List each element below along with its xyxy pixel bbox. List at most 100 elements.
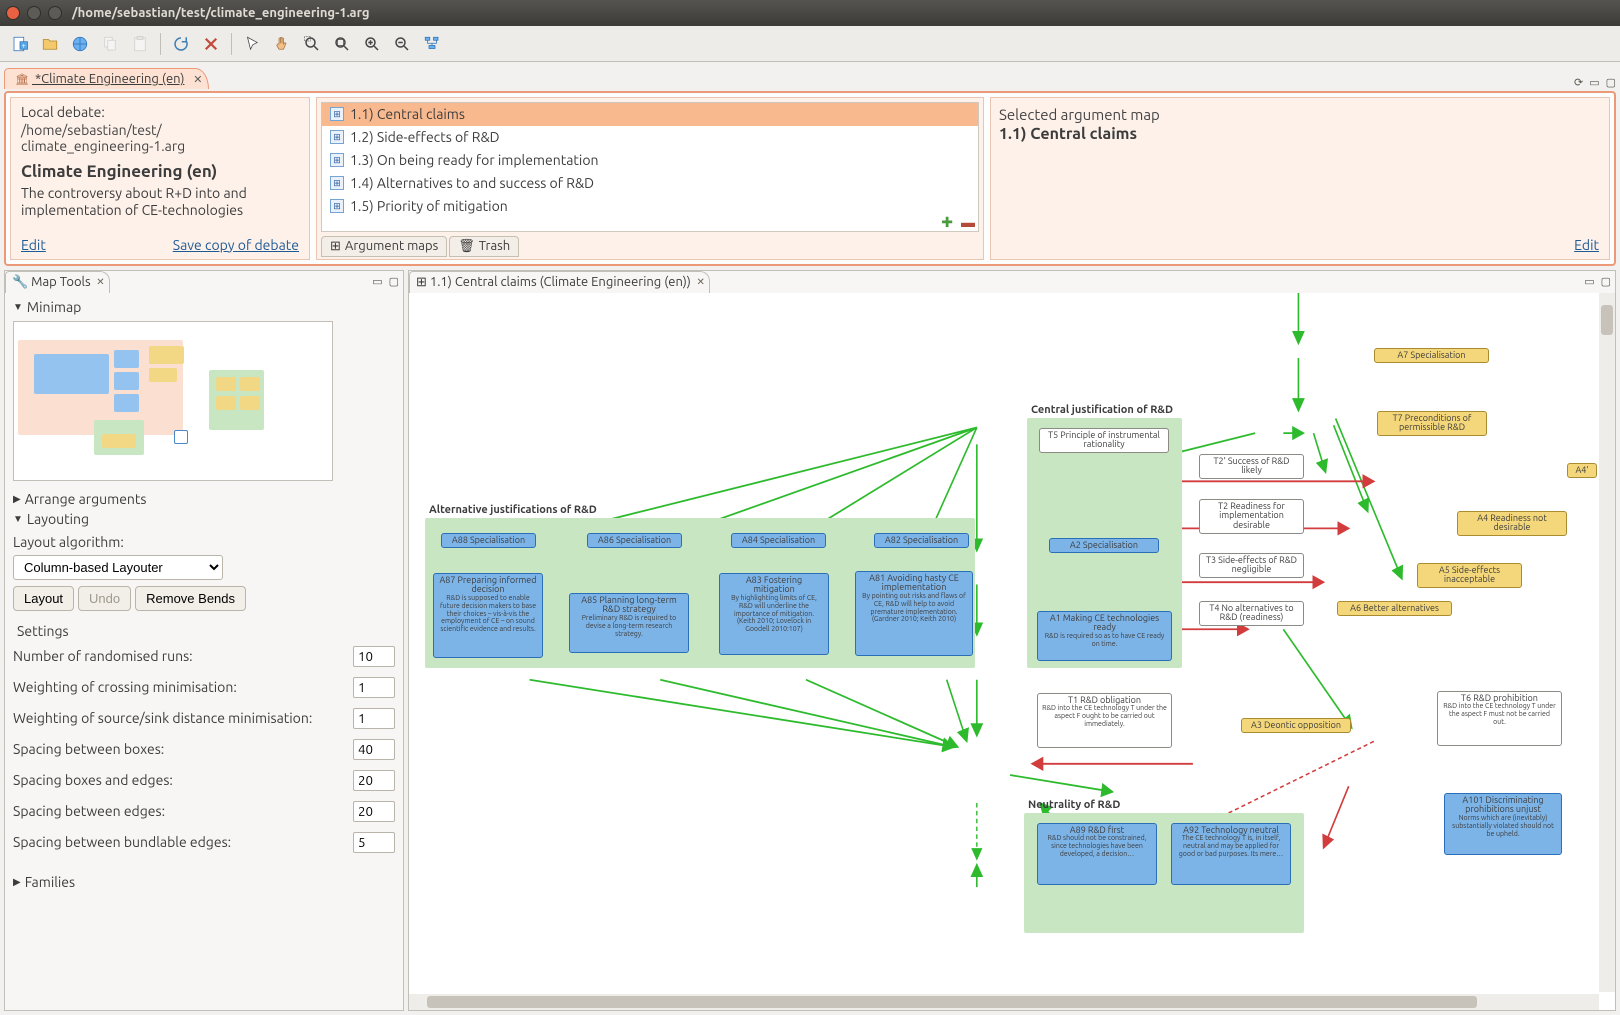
layout-button[interactable]: Layout: [13, 586, 74, 611]
setting-input[interactable]: [353, 646, 395, 667]
node-a82[interactable]: A82 Specialisation: [874, 533, 969, 549]
setting-input[interactable]: [353, 832, 395, 853]
setting-input[interactable]: [353, 801, 395, 822]
argument-map-canvas[interactable]: Alternative justifications of R&D Centra…: [409, 293, 1615, 1010]
local-debate-box: Local debate: /home/sebastian/test/ clim…: [10, 97, 310, 260]
window-maximize-button[interactable]: [48, 6, 62, 20]
node-a101[interactable]: A101 Discriminating prohibitions unjust …: [1444, 793, 1562, 855]
node-a87[interactable]: A87 Preparing informed decision R&D is s…: [433, 573, 543, 658]
close-icon[interactable]: ✕: [193, 73, 202, 86]
zoom-out-icon[interactable]: [388, 30, 416, 58]
arg-map-item[interactable]: ⊞1.5) Priority of mitigation: [322, 195, 978, 218]
globe-open-icon[interactable]: [66, 30, 94, 58]
node-t2p[interactable]: T2' Success of R&D likely: [1199, 454, 1304, 480]
node-a2[interactable]: A2 Specialisation: [1049, 538, 1159, 554]
node-a1[interactable]: A1 Making CE technologies ready R&D is r…: [1037, 611, 1172, 661]
node-a5[interactable]: A5 Side-effects inacceptable: [1417, 563, 1522, 589]
zoom-area-icon[interactable]: [298, 30, 326, 58]
node-a92[interactable]: A92 Technology neutral The CE technology…: [1171, 823, 1291, 885]
zoom-fit-icon[interactable]: [328, 30, 356, 58]
node-a86[interactable]: A86 Specialisation: [587, 533, 682, 549]
new-file-icon[interactable]: +: [6, 30, 34, 58]
window-titlebar: /home/sebastian/test/climate_engineering…: [0, 0, 1620, 26]
layout-tool-icon[interactable]: [418, 30, 446, 58]
minimap-section-header[interactable]: ▼Minimap: [13, 297, 395, 317]
zoom-in-icon[interactable]: [358, 30, 386, 58]
node-a7[interactable]: A7 Specialisation: [1374, 348, 1489, 364]
refresh-icon[interactable]: [167, 30, 195, 58]
canvas-tab[interactable]: ⊞ 1.1) Central claims (Climate Engineeri…: [409, 271, 710, 293]
arg-map-item[interactable]: ⊞1.2) Side-effects of R&D: [322, 126, 978, 149]
map-small-icon: ⊞: [416, 275, 427, 289]
debate-tab[interactable]: 🏛 *Climate Engineering (en) ✕: [4, 68, 209, 89]
arg-map-item[interactable]: ⊞1.4) Alternatives to and success of R&D: [322, 172, 978, 195]
undo-button[interactable]: Undo: [78, 586, 131, 611]
map-tools-tab[interactable]: 🔧 Map Tools ✕: [5, 271, 110, 293]
minimap[interactable]: [13, 321, 333, 481]
map-tools-panel: 🔧 Map Tools ✕ ▭ ▢ ▼Minimap: [4, 270, 404, 1011]
setting-input[interactable]: [353, 739, 395, 760]
local-debate-description: The controversy about R+D into and imple…: [21, 185, 299, 219]
save-copy-link[interactable]: Save copy of debate: [173, 237, 299, 253]
edit-link[interactable]: Edit: [21, 237, 46, 253]
node-t5[interactable]: T5 Principle of instrumental rationality: [1039, 428, 1169, 454]
setting-input[interactable]: [353, 708, 395, 729]
setting-input[interactable]: [353, 770, 395, 791]
close-icon[interactable]: ✕: [697, 276, 705, 288]
tab-argument-maps[interactable]: ⊞Argument maps: [321, 236, 447, 257]
horizontal-scrollbar[interactable]: [409, 994, 1599, 1010]
node-t4[interactable]: T4 No alternatives to R&D (readiness): [1199, 601, 1304, 627]
refresh-small-icon[interactable]: ⟳: [1574, 76, 1583, 89]
maximize-panel-icon[interactable]: ▢: [1606, 76, 1616, 89]
maximize-icon[interactable]: ▢: [389, 275, 399, 288]
node-a6[interactable]: A6 Better alternatives: [1337, 601, 1452, 617]
hand-tool-icon[interactable]: [268, 30, 296, 58]
maximize-icon[interactable]: ▢: [1601, 275, 1611, 288]
open-file-icon[interactable]: [36, 30, 64, 58]
remove-map-icon[interactable]: ▬: [961, 214, 975, 231]
remove-bends-button[interactable]: Remove Bends: [135, 586, 246, 611]
layout-algorithm-select[interactable]: Column-based Layouter: [13, 555, 223, 580]
debate-header-panel: Local debate: /home/sebastian/test/ clim…: [4, 91, 1616, 266]
node-a81[interactable]: A81 Avoiding hasty CE implementation By …: [855, 571, 973, 656]
node-a85[interactable]: A85 Planning long-term R&D strategy Prel…: [569, 593, 689, 653]
arg-map-item[interactable]: ⊞1.3) On being ready for implementation: [322, 149, 978, 172]
node-a4p[interactable]: A4': [1567, 463, 1597, 479]
window-minimize-button[interactable]: [27, 6, 41, 20]
minimize-panel-icon[interactable]: ▭: [1589, 76, 1599, 89]
vertical-scrollbar[interactable]: [1599, 293, 1615, 992]
selected-map-title: 1.1) Central claims: [999, 125, 1601, 143]
selected-map-edit-link[interactable]: Edit: [1574, 237, 1599, 253]
setting-input[interactable]: [353, 677, 395, 698]
map-small-icon: ⊞: [330, 239, 341, 254]
node-a88[interactable]: A88 Specialisation: [441, 533, 536, 549]
paste-icon: [126, 30, 154, 58]
node-a4[interactable]: A4 Readiness not desirable: [1457, 511, 1567, 537]
node-t7[interactable]: T7 Preconditions of permissible R&D: [1377, 411, 1487, 437]
minimize-icon[interactable]: ▭: [372, 275, 382, 288]
node-t1[interactable]: T1 R&D obligation R&D into the CE techno…: [1037, 693, 1172, 748]
node-t2[interactable]: T2 Readiness for implementation desirabl…: [1199, 499, 1304, 535]
node-a83[interactable]: A83 Fostering mitigation By highlighting…: [719, 573, 829, 655]
node-a3[interactable]: A3 Deontic opposition: [1241, 718, 1351, 734]
map-icon: ⊞: [330, 107, 344, 121]
node-a84[interactable]: A84 Specialisation: [731, 533, 826, 549]
minimize-icon[interactable]: ▭: [1584, 275, 1594, 288]
arg-map-item[interactable]: ⊞1.1) Central claims: [322, 103, 978, 126]
setting-row: Spacing between boxes:: [13, 734, 395, 765]
window-close-button[interactable]: [6, 6, 20, 20]
add-map-icon[interactable]: ✚: [941, 214, 953, 231]
families-section-header[interactable]: ▶Families: [13, 872, 395, 892]
layouting-section-header[interactable]: ▼Layouting: [13, 509, 395, 529]
node-t6[interactable]: T6 R&D prohibition R&D into the CE techn…: [1437, 691, 1562, 746]
tab-trash[interactable]: 🗑Trash: [449, 236, 519, 257]
window-title: /home/sebastian/test/climate_engineering…: [72, 6, 370, 20]
close-icon[interactable]: ✕: [96, 276, 104, 288]
pointer-tool-icon[interactable]: [238, 30, 266, 58]
node-t3[interactable]: T3 Side-effects of R&D negligible: [1199, 553, 1304, 579]
node-a89[interactable]: A89 R&D first R&D should not be constrai…: [1037, 823, 1157, 885]
argument-maps-list[interactable]: ⊞1.1) Central claims ⊞1.2) Side-effects …: [321, 102, 979, 232]
arrange-section-header[interactable]: ▶Arrange arguments: [13, 489, 395, 509]
cancel-icon[interactable]: [197, 30, 225, 58]
setting-row: Spacing between edges:: [13, 796, 395, 827]
